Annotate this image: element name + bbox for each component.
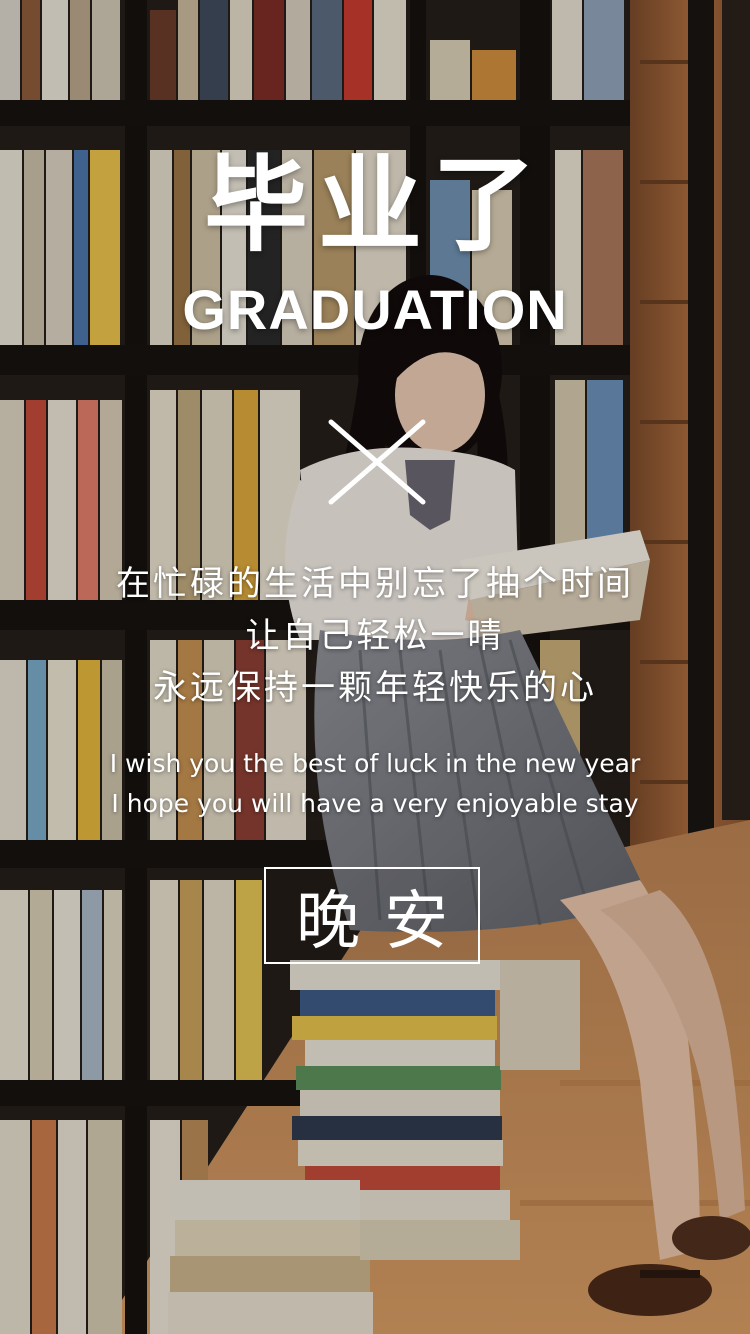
title-english: GRADUATION [182,278,568,341]
english-line: I hope you will have a very enjoyable st… [111,789,639,818]
graduation-poster: 毕业了 GRADUATION 在忙碌的生活中别忘了抽个时间 让自己轻松一晴 永远… [0,0,750,1334]
title-chinese: 毕业了 [203,144,546,266]
cross-icon [328,419,426,505]
english-line: I wish you the best of luck in the new y… [109,749,641,778]
chinese-line: 在忙碌的生活中别忘了抽个时间 [116,564,634,604]
good-night-button[interactable]: 晚安 [264,867,480,964]
chinese-line: 永远保持一颗年轻快乐的心 [153,668,597,708]
chinese-line: 让自己轻松一晴 [245,616,505,656]
english-message: I wish you the best of luck in the new y… [0,744,750,824]
chinese-message: 在忙碌的生活中别忘了抽个时间 让自己轻松一晴 永远保持一颗年轻快乐的心 [0,558,750,714]
